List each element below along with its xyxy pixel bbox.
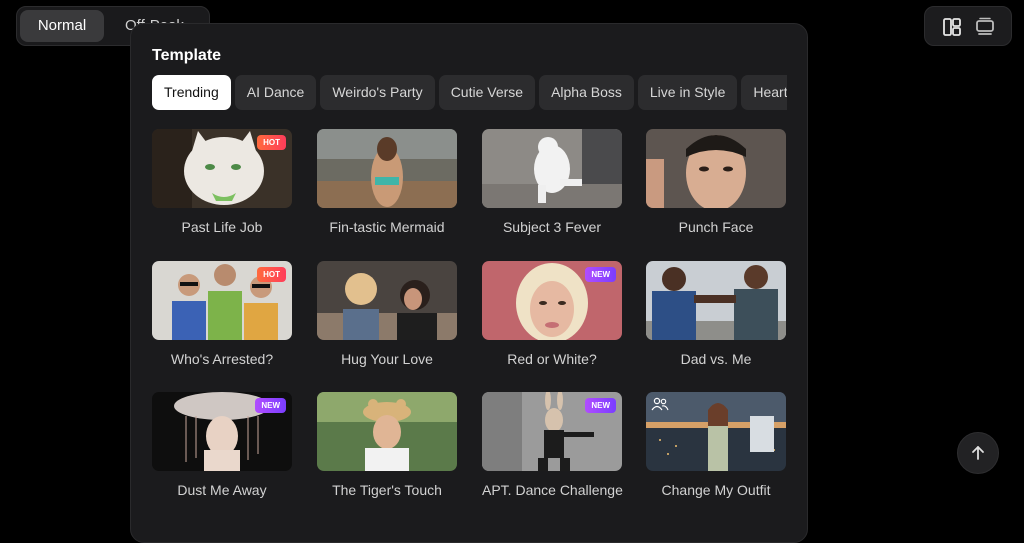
scroll-to-top-button[interactable] bbox=[957, 432, 999, 474]
white-cat-photo: HOT bbox=[152, 129, 292, 208]
dancing-rabbit-photo: NEW bbox=[482, 392, 622, 471]
template-title: Subject 3 Fever bbox=[502, 219, 602, 235]
tab-alpha-boss[interactable]: Alpha Boss bbox=[539, 75, 634, 110]
layout-list-icon[interactable] bbox=[975, 17, 995, 37]
new-badge: NEW bbox=[585, 267, 616, 282]
template-title: Who's Arrested? bbox=[170, 351, 274, 367]
cloud-figure-photo: NEW bbox=[152, 392, 292, 471]
template-card[interactable]: Dad vs. Me bbox=[646, 261, 786, 367]
hot-badge: HOT bbox=[257, 135, 286, 150]
template-card[interactable]: NEW Red or White? bbox=[482, 261, 622, 367]
template-card[interactable]: HOT Past Life Job bbox=[152, 129, 292, 235]
template-card[interactable]: Subject 3 Fever bbox=[482, 129, 622, 235]
tab-trending[interactable]: Trending bbox=[152, 75, 231, 110]
template-title: Hug Your Love bbox=[341, 351, 433, 367]
template-card[interactable]: NEW APT. Dance Challenge bbox=[482, 392, 623, 498]
template-card[interactable]: Change My Outfit bbox=[646, 392, 786, 498]
template-title: Dust Me Away bbox=[177, 482, 267, 498]
panel-title: Template bbox=[152, 47, 222, 64]
template-panel: Template Trending AI Dance Weirdo's Party C… bbox=[130, 23, 808, 543]
category-tabs: Trending AI Dance Weirdo's Party Cutie Vers… bbox=[152, 75, 787, 111]
man-portrait-photo bbox=[646, 129, 786, 208]
tab-live-in-style[interactable]: Live in Style bbox=[637, 75, 738, 110]
layout-grid-icon[interactable] bbox=[942, 17, 962, 37]
dancing-dog-photo bbox=[482, 129, 622, 208]
template-title: Red or White? bbox=[507, 351, 597, 367]
hot-badge: HOT bbox=[257, 267, 286, 282]
template-card[interactable]: Hug Your Love bbox=[317, 261, 457, 367]
template-card[interactable]: HOT Who's Arrested? bbox=[152, 261, 292, 367]
two-men-fighting-photo bbox=[646, 261, 786, 340]
template-card[interactable]: Fin-tastic Mermaid bbox=[317, 129, 457, 235]
template-card[interactable]: The Tiger's Touch bbox=[317, 392, 457, 498]
tab-heart-eyes[interactable]: Heart Eyes bbox=[741, 75, 787, 110]
woman-city-night-photo bbox=[646, 392, 786, 471]
template-card[interactable]: NEW Dust Me Away bbox=[152, 392, 292, 498]
tab-ai-dance[interactable]: AI Dance bbox=[234, 75, 317, 110]
woman-tiger-hat-photo bbox=[317, 392, 457, 471]
new-badge: NEW bbox=[255, 398, 286, 413]
group-sunglasses-photo: HOT bbox=[152, 261, 292, 340]
tab-cutie-verse[interactable]: Cutie Verse bbox=[438, 75, 536, 110]
tab-weirdo-s-party[interactable]: Weirdo's Party bbox=[320, 75, 435, 110]
mode-normal-button[interactable]: Normal bbox=[20, 10, 104, 42]
new-badge: NEW bbox=[585, 398, 616, 413]
view-switch bbox=[924, 6, 1012, 46]
template-title: Dad vs. Me bbox=[680, 351, 752, 367]
template-card[interactable]: Punch Face bbox=[646, 129, 786, 235]
template-title: The Tiger's Touch bbox=[332, 482, 442, 498]
people-icon bbox=[651, 397, 669, 411]
template-title: APT. Dance Challenge bbox=[482, 482, 623, 498]
arrow-up-icon bbox=[972, 446, 984, 460]
template-title: Fin-tastic Mermaid bbox=[329, 219, 445, 235]
woman-beach-photo bbox=[317, 129, 457, 208]
template-title: Past Life Job bbox=[181, 219, 263, 235]
template-title: Punch Face bbox=[678, 219, 754, 235]
template-title: Change My Outfit bbox=[661, 482, 771, 498]
blonde-woman-photo: NEW bbox=[482, 261, 622, 340]
two-women-photo bbox=[317, 261, 457, 340]
